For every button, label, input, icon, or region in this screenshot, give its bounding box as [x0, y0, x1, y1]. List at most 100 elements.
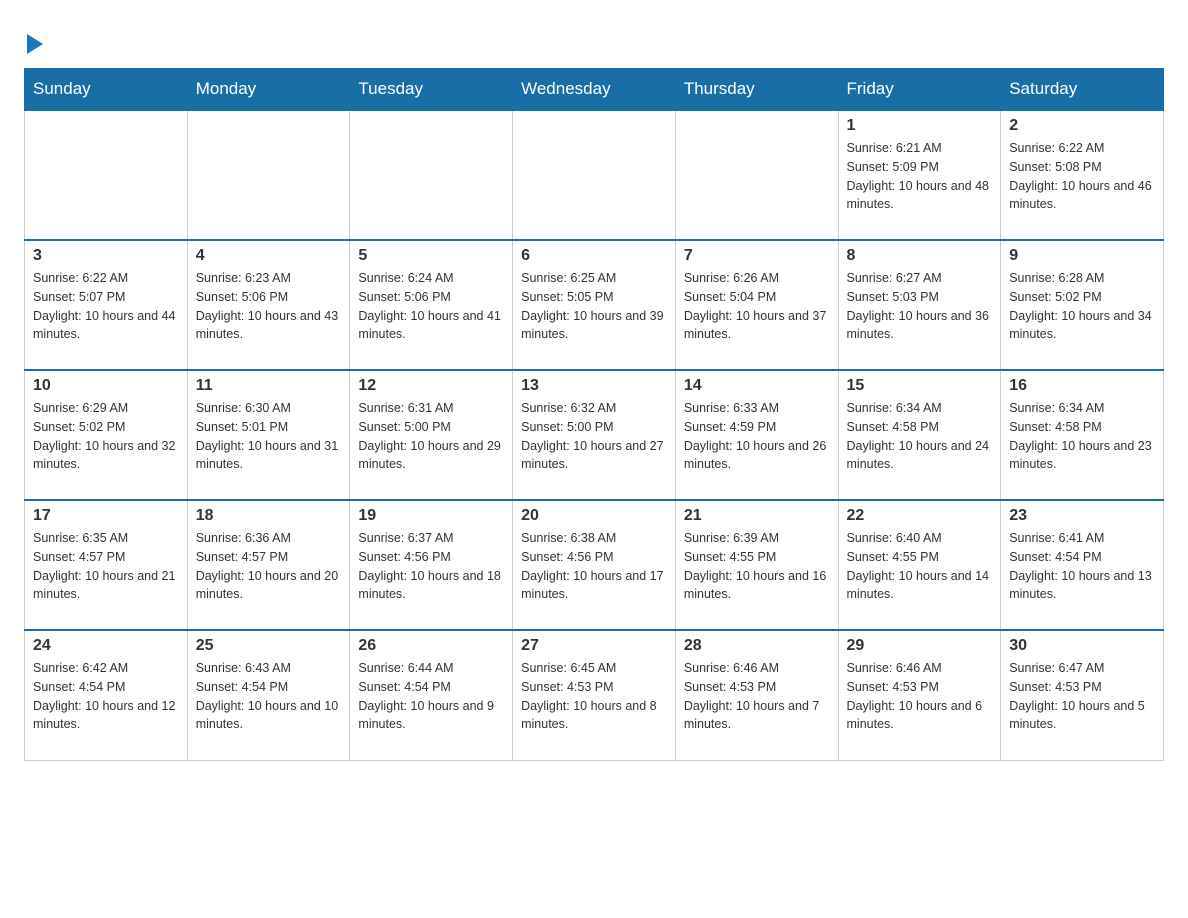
- day-info: Sunrise: 6:28 AM: [1009, 269, 1155, 288]
- calendar-cell: 5Sunrise: 6:24 AMSunset: 5:06 PMDaylight…: [350, 240, 513, 370]
- calendar-cell: 4Sunrise: 6:23 AMSunset: 5:06 PMDaylight…: [187, 240, 350, 370]
- day-info: Sunrise: 6:43 AM: [196, 659, 342, 678]
- calendar-cell: 2Sunrise: 6:22 AMSunset: 5:08 PMDaylight…: [1001, 110, 1164, 240]
- day-number: 11: [196, 377, 342, 395]
- day-number: 3: [33, 247, 179, 265]
- day-number: 23: [1009, 507, 1155, 525]
- day-info: Sunset: 5:07 PM: [33, 288, 179, 307]
- day-number: 2: [1009, 117, 1155, 135]
- day-info: Daylight: 10 hours and 18 minutes.: [358, 567, 504, 605]
- day-info: Daylight: 10 hours and 41 minutes.: [358, 307, 504, 345]
- day-info: Sunrise: 6:21 AM: [847, 139, 993, 158]
- day-number: 20: [521, 507, 667, 525]
- calendar-cell: 9Sunrise: 6:28 AMSunset: 5:02 PMDaylight…: [1001, 240, 1164, 370]
- day-info: Sunset: 4:56 PM: [521, 548, 667, 567]
- week-row-2: 3Sunrise: 6:22 AMSunset: 5:07 PMDaylight…: [25, 240, 1164, 370]
- weekday-header-friday: Friday: [838, 69, 1001, 111]
- calendar-cell: 11Sunrise: 6:30 AMSunset: 5:01 PMDayligh…: [187, 370, 350, 500]
- day-info: Daylight: 10 hours and 14 minutes.: [847, 567, 993, 605]
- day-info: Sunrise: 6:34 AM: [847, 399, 993, 418]
- day-info: Sunset: 5:01 PM: [196, 418, 342, 437]
- day-number: 22: [847, 507, 993, 525]
- day-info: Daylight: 10 hours and 6 minutes.: [847, 697, 993, 735]
- calendar-cell: 25Sunrise: 6:43 AMSunset: 4:54 PMDayligh…: [187, 630, 350, 760]
- calendar-cell: 1 Sunrise: 6:21 AMSunset: 5:09 PMDaylight…: [838, 110, 1001, 240]
- day-info: Sunrise: 6:36 AM: [196, 529, 342, 548]
- day-info: Daylight: 10 hours and 43 minutes.: [196, 307, 342, 345]
- day-number: 1: [847, 117, 993, 135]
- day-info: Daylight: 10 hours and 34 minutes.: [1009, 307, 1155, 345]
- day-number: 19: [358, 507, 504, 525]
- day-info: Sunrise: 6:25 AM: [521, 269, 667, 288]
- day-number: 7: [684, 247, 830, 265]
- day-info: Sunrise: 6:24 AM: [358, 269, 504, 288]
- day-info: Sunset: 4:57 PM: [196, 548, 342, 567]
- day-info: Sunset: 4:54 PM: [358, 678, 504, 697]
- day-info: Sunrise: 6:33 AM: [684, 399, 830, 418]
- day-info: Sunrise: 6:37 AM: [358, 529, 504, 548]
- day-number: 17: [33, 507, 179, 525]
- day-info: Daylight: 10 hours and 29 minutes.: [358, 437, 504, 475]
- calendar-cell: 3Sunrise: 6:22 AMSunset: 5:07 PMDaylight…: [25, 240, 188, 370]
- day-info: Sunrise: 6:23 AM: [196, 269, 342, 288]
- day-info: Daylight: 10 hours and 37 minutes.: [684, 307, 830, 345]
- day-info: Sunrise: 6:35 AM: [33, 529, 179, 548]
- weekday-header-saturday: Saturday: [1001, 69, 1164, 111]
- day-info: Sunrise: 6:38 AM: [521, 529, 667, 548]
- calendar-cell: 19Sunrise: 6:37 AMSunset: 4:56 PMDayligh…: [350, 500, 513, 630]
- day-number: 29: [847, 637, 993, 655]
- calendar-cell: 17Sunrise: 6:35 AMSunset: 4:57 PMDayligh…: [25, 500, 188, 630]
- calendar-cell: [25, 110, 188, 240]
- day-info: Sunrise: 6:39 AM: [684, 529, 830, 548]
- day-info: Daylight: 10 hours and 5 minutes.: [1009, 697, 1155, 735]
- calendar-cell: 21Sunrise: 6:39 AMSunset: 4:55 PMDayligh…: [675, 500, 838, 630]
- day-number: 16: [1009, 377, 1155, 395]
- week-row-3: 10Sunrise: 6:29 AMSunset: 5:02 PMDayligh…: [25, 370, 1164, 500]
- calendar-cell: [187, 110, 350, 240]
- week-row-4: 17 Sunrise: 6:35 AM Sunset: 4:57 PM Dayligh…: [25, 500, 1164, 630]
- day-info: Sunrise: 6:29 AM: [33, 399, 179, 418]
- day-info: Daylight: 10 hours and 36 minutes.: [847, 307, 993, 345]
- day-number: 25: [196, 637, 342, 655]
- day-info: Sunrise: 6:45 AM: [521, 659, 667, 678]
- day-info: Sunset: 4:53 PM: [1009, 678, 1155, 697]
- day-info: Sunrise: 6:44 AM: [358, 659, 504, 678]
- calendar-cell: 22Sunrise: 6:40 AMSunset: 4:55 PMDayligh…: [838, 500, 1001, 630]
- day-info: Daylight: 10 hours and 31 minutes.: [196, 437, 342, 475]
- day-info: Sunrise: 6:27 AM: [847, 269, 993, 288]
- day-info: Sunset: 5:09 PM: [847, 158, 993, 177]
- day-info: Sunrise: 6:46 AM: [847, 659, 993, 678]
- weekday-header-tuesday: Tuesday: [350, 69, 513, 111]
- calendar-cell: 15Sunrise: 6:34 AMSunset: 4:58 PMDayligh…: [838, 370, 1001, 500]
- calendar-cell: 16Sunrise: 6:34 AMSunset: 4:58 PMDayligh…: [1001, 370, 1164, 500]
- day-info: Sunset: 5:06 PM: [358, 288, 504, 307]
- day-number: 30: [1009, 637, 1155, 655]
- day-info: Sunrise: 6:41 AM: [1009, 529, 1155, 548]
- day-info: Sunrise: 6:22 AM: [1009, 139, 1155, 158]
- logo-blue: [24, 24, 43, 56]
- calendar-cell: 30Sunrise: 6:47 AMSunset: 4:53 PMDayligh…: [1001, 630, 1164, 760]
- day-info: Sunrise: 6:46 AM: [684, 659, 830, 678]
- calendar-cell: 7Sunrise: 6:26 AMSunset: 5:04 PMDaylight…: [675, 240, 838, 370]
- calendar-cell: 6Sunrise: 6:25 AMSunset: 5:05 PMDaylight…: [513, 240, 676, 370]
- day-number: 14: [684, 377, 830, 395]
- calendar-cell: 26Sunrise: 6:44 AMSunset: 4:54 PMDayligh…: [350, 630, 513, 760]
- day-number: 8: [847, 247, 993, 265]
- calendar-cell: 13Sunrise: 6:32 AMSunset: 5:00 PMDayligh…: [513, 370, 676, 500]
- week-row-1: 1 Sunrise: 6:21 AMSunset: 5:09 PMDaylight…: [25, 110, 1164, 240]
- day-info: Daylight: 10 hours and 9 minutes.: [358, 697, 504, 735]
- calendar-cell: 12Sunrise: 6:31 AMSunset: 5:00 PMDayligh…: [350, 370, 513, 500]
- day-info: Daylight: 10 hours and 48 minutes.: [847, 177, 993, 215]
- day-info: Sunrise: 6:42 AM: [33, 659, 179, 678]
- day-info: Daylight: 10 hours and 27 minutes.: [521, 437, 667, 475]
- calendar-body: 1Sunrise: 6:21 AMSunset: 5:09 PMDaylight…: [25, 110, 1164, 760]
- day-number: 4: [196, 247, 342, 265]
- calendar-cell: [513, 110, 676, 240]
- day-info: Daylight: 10 hours and 10 minutes.: [196, 697, 342, 735]
- calendar-cell: 29Sunrise: 6:46 AMSunset: 4:53 PMDayligh…: [838, 630, 1001, 760]
- logo: [24, 24, 43, 56]
- calendar-table: SundayMondayTuesdayWednesdayThursdayFrid…: [24, 68, 1164, 761]
- day-info: Sunset: 4:59 PM: [684, 418, 830, 437]
- day-info: Sunset: 5:00 PM: [358, 418, 504, 437]
- day-info: Daylight: 10 hours and 13 minutes.: [1009, 567, 1155, 605]
